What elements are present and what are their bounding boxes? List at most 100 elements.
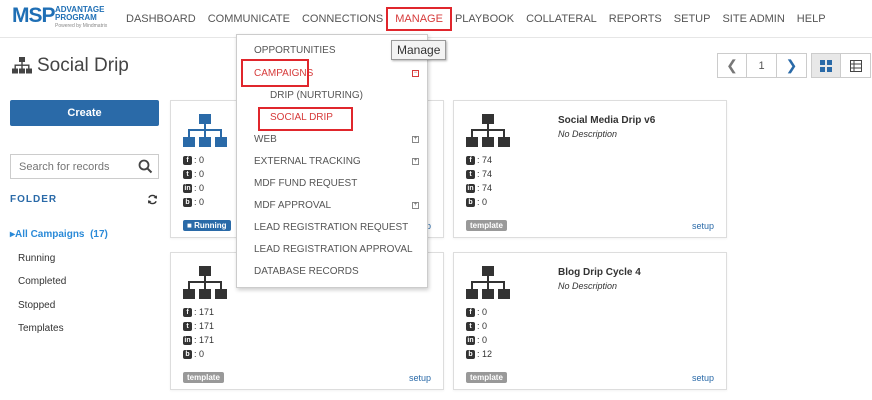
facebook-icon: f (183, 307, 192, 317)
folder-list: ▸All Campaigns (17) Running Completed St… (10, 229, 108, 347)
card-title[interactable]: Blog Drip Cycle 4 (558, 267, 641, 278)
folder-templates[interactable]: Templates (10, 323, 108, 347)
stat-row: t: 74 (466, 167, 492, 181)
tumblr-icon: t (183, 321, 192, 331)
menu-item-drip-nurturing[interactable]: DRIP (NURTURING) (270, 90, 363, 101)
folder-all-campaigns[interactable]: ▸All Campaigns (17) (10, 229, 108, 253)
menu-item-external-tracking[interactable]: EXTERNAL TRACKING (254, 156, 361, 167)
stat-value: 0 (482, 335, 488, 345)
page-title: Social Drip (12, 55, 129, 77)
table-icon (849, 59, 862, 72)
manage-dropdown: OPPORTUNITIES CAMPAIGNS − DRIP (NURTURIN… (236, 34, 428, 288)
nav-collateral[interactable]: COLLATERAL (520, 13, 603, 25)
status-badge: template (183, 372, 224, 383)
folder-stopped[interactable]: Stopped (10, 300, 108, 324)
nav-site-admin[interactable]: SITE ADMIN (716, 13, 790, 25)
setup-link[interactable]: setup (692, 221, 714, 231)
stat-value: 0 (199, 169, 205, 179)
campaign-card[interactable]: Social Media Drip v6 No Description f: 74 t… (453, 100, 727, 238)
stat-row: f: 0 (183, 153, 204, 167)
next-page-button[interactable]: ❯ (777, 53, 807, 78)
stat-row: b: 0 (183, 195, 204, 209)
menu-item-mdf-approval[interactable]: MDF APPROVAL (254, 200, 331, 211)
page-number[interactable]: 1 (747, 53, 777, 78)
search-box (10, 154, 159, 179)
card-stats: f: 0t: 0 in: 0b: 12 (466, 305, 492, 361)
card-stats: f: 171 t: 171 in: 171 b: 0 (183, 305, 214, 361)
manage-tooltip: Manage (391, 40, 447, 60)
nav-reports[interactable]: REPORTS (603, 13, 668, 25)
logo[interactable]: MSP ADVANTAGE PROGRAM Powered by Mindmatr… (12, 4, 112, 32)
blogger-icon: b (183, 349, 192, 359)
folder-completed[interactable]: Completed (10, 276, 108, 300)
stat-row: f: 0 (466, 305, 492, 319)
collapse-icon[interactable]: − (412, 70, 419, 77)
nav-setup[interactable]: SETUP (668, 13, 717, 25)
folder-heading: FOLDER (10, 194, 58, 205)
grid-view-button[interactable] (811, 53, 841, 78)
card-stats: f: 74 t: 74 in: 74 b: 0 (466, 153, 492, 209)
chevron-left-icon: ❮ (726, 57, 738, 73)
logo-text: ADVANTAGE PROGRAM (55, 5, 105, 22)
nav-connections[interactable]: CONNECTIONS (296, 13, 389, 25)
nav-communicate[interactable]: COMMUNICATE (202, 13, 296, 25)
stat-separator: : (194, 349, 197, 359)
nav-help[interactable]: HELP (791, 13, 832, 25)
menu-item-opportunities[interactable]: OPPORTUNITIES (254, 45, 336, 56)
page-title-text: Social Drip (37, 55, 129, 76)
card-title[interactable]: Social Media Drip v6 (558, 115, 655, 126)
menu-item-database-records[interactable]: DATABASE RECORDS (254, 266, 359, 277)
stat-value: 0 (199, 349, 205, 359)
pagination: ❮ 1 ❯ (717, 53, 807, 78)
create-button[interactable]: Create (10, 100, 159, 126)
stat-value: 0 (482, 321, 488, 331)
card-stats: f: 0t: 0 in: 0b: 0 (183, 153, 204, 209)
nav-manage[interactable]: MANAGE (386, 7, 452, 31)
list-view-button[interactable] (841, 53, 871, 78)
sitemap-icon (466, 114, 510, 147)
setup-link[interactable]: setup (692, 373, 714, 383)
stat-row: b: 12 (466, 347, 492, 361)
expand-icon[interactable]: + (412, 136, 419, 143)
stat-separator: : (194, 321, 197, 331)
search-icon[interactable] (138, 159, 153, 174)
chevron-right-icon: ❯ (785, 57, 798, 73)
card-description: No Description (558, 281, 618, 291)
menu-item-lead-registration-approval[interactable]: LEAD REGISTRATION APPROVAL (254, 244, 413, 255)
setup-link[interactable]: setup (409, 373, 431, 383)
facebook-icon: f (183, 155, 192, 165)
stat-row: f: 74 (466, 153, 492, 167)
stat-separator: : (194, 307, 197, 317)
tumblr-icon: t (183, 169, 192, 179)
menu-item-web[interactable]: WEB (254, 134, 277, 145)
stat-row: b: 0 (183, 347, 214, 361)
stat-value: 74 (482, 155, 493, 165)
stat-separator: : (194, 197, 197, 207)
prev-page-button[interactable]: ❮ (717, 53, 747, 78)
stat-separator: : (477, 335, 480, 345)
stat-row: in: 74 (466, 181, 492, 195)
stat-separator: : (194, 335, 197, 345)
refresh-icon[interactable] (147, 194, 158, 205)
folder-running[interactable]: Running (10, 253, 108, 277)
stat-separator: : (477, 155, 480, 165)
expand-icon[interactable]: + (412, 158, 419, 165)
logo-powered: Powered by Mindmatrix (55, 23, 108, 29)
sitemap-icon (183, 114, 227, 147)
stat-row: in: 0 (466, 333, 492, 347)
stop-icon: ■ (187, 221, 192, 230)
card-description: No Description (558, 129, 618, 139)
nav-playbook[interactable]: PLAYBOOK (449, 13, 520, 25)
nav-dashboard[interactable]: DASHBOARD (120, 13, 202, 25)
tumblr-icon: t (466, 169, 475, 179)
stat-separator: : (194, 155, 197, 165)
search-input[interactable] (11, 155, 131, 178)
stat-separator: : (477, 307, 480, 317)
campaign-card[interactable]: Blog Drip Cycle 4 No Description f: 0t: 0i… (453, 252, 727, 390)
stat-row: f: 171 (183, 305, 214, 319)
stat-separator: : (477, 197, 480, 207)
menu-item-lead-registration-request[interactable]: LEAD REGISTRATION REQUEST (254, 222, 408, 233)
menu-item-mdf-fund-request[interactable]: MDF FUND REQUEST (254, 178, 357, 189)
expand-icon[interactable]: + (412, 202, 419, 209)
stat-separator: : (194, 183, 197, 193)
